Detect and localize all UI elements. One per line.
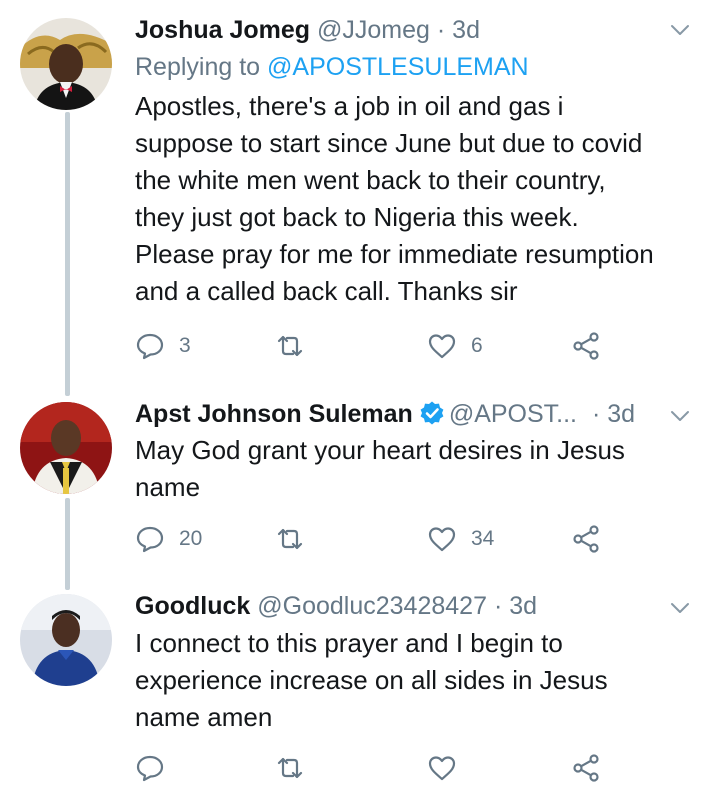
like-count: 6 (471, 334, 483, 357)
like-button[interactable] (427, 752, 471, 784)
tweet[interactable]: Joshua Jomeg @JJomeg · 3d Replying to @A… (0, 0, 714, 392)
display-name[interactable]: Apst Johnson Suleman (135, 400, 413, 428)
text-line: experience increase on all sides in Jesu… (135, 665, 608, 695)
like-icon (428, 527, 456, 552)
text-line: name (135, 472, 201, 502)
share-button[interactable] (571, 523, 601, 555)
text-line: and a called back call. Thanks sir (135, 276, 518, 306)
tweet-actions (135, 752, 615, 784)
text-line: suppose to start since June but due to c… (135, 128, 643, 158)
reply-icon (136, 526, 164, 553)
user-handle[interactable]: @APOST... (449, 400, 577, 428)
like-count: 34 (471, 527, 495, 550)
retweet-icon (277, 757, 303, 779)
avatar[interactable] (20, 594, 112, 686)
text-line: name amen (135, 702, 273, 732)
retweet-button[interactable] (275, 752, 319, 784)
replying-to: Replying to @APOSTLESULEMAN (135, 51, 529, 83)
chevron-down-icon[interactable] (668, 596, 692, 620)
timestamp[interactable]: 3d (607, 400, 635, 428)
share-button[interactable] (571, 752, 601, 784)
user-handle[interactable]: @Goodluc23428427 (257, 592, 487, 620)
display-name[interactable]: Goodluck (135, 592, 250, 620)
tweet-text: Apostles, there's a job in oil and gas i… (135, 88, 700, 310)
chevron-down-icon[interactable] (668, 18, 692, 42)
tweet-actions: 20 34 (135, 523, 615, 555)
reply-count: 20 (179, 527, 203, 550)
tweet-header: Apst Johnson Suleman @APOST... · 3d (135, 398, 694, 430)
separator-dot: · (436, 16, 446, 44)
tweet-actions: 3 6 (135, 330, 615, 362)
text-line: they just got back to Nigeria this week. (135, 202, 579, 232)
tweet[interactable]: Apst Johnson Suleman @APOST... · 3d May G… (0, 392, 714, 588)
retweet-icon (277, 335, 303, 357)
share-icon (573, 525, 599, 553)
separator-dot: · (591, 400, 601, 428)
text-line: the white men went back to their country… (135, 165, 606, 195)
share-icon (573, 332, 599, 360)
reply-icon (136, 333, 164, 360)
reply-icon (136, 755, 164, 782)
like-button[interactable]: 34 (427, 523, 494, 555)
chevron-down-icon[interactable] (668, 404, 692, 428)
text-line: Please pray for me for immediate resumpt… (135, 239, 654, 269)
avatar[interactable] (20, 18, 112, 110)
reply-button[interactable]: 3 (135, 330, 191, 362)
separator-dot: · (493, 592, 503, 620)
tweet-header: Goodluck @Goodluc23428427 · 3d (135, 590, 694, 622)
reply-count: 3 (179, 334, 191, 357)
tweet[interactable]: Goodluck @Goodluc23428427 · 3d I connect… (0, 588, 714, 795)
timestamp[interactable]: 3d (509, 592, 537, 620)
mention-link[interactable]: @APOSTLESULEMAN (267, 53, 529, 81)
text-line: I connect to this prayer and I begin to (135, 628, 563, 658)
text-line: May God grant your heart desires in Jesu… (135, 435, 625, 465)
verified-badge-icon (420, 401, 444, 425)
avatar[interactable] (20, 402, 112, 494)
tweet-text: May God grant your heart desires in Jesu… (135, 432, 700, 506)
retweet-button[interactable] (275, 523, 319, 555)
tweet-header: Joshua Jomeg @JJomeg · 3d (135, 14, 694, 46)
share-button[interactable] (571, 330, 601, 362)
replying-label: Replying to (135, 53, 261, 81)
text-line: Apostles, there's a job in oil and gas i (135, 91, 564, 121)
timestamp[interactable]: 3d (452, 16, 480, 44)
tweet-text: I connect to this prayer and I begin to … (135, 625, 700, 736)
reply-button[interactable]: 20 (135, 523, 202, 555)
user-handle[interactable]: @JJomeg (317, 16, 430, 44)
like-button[interactable]: 6 (427, 330, 483, 362)
like-icon (428, 756, 456, 781)
retweet-button[interactable] (275, 330, 319, 362)
like-icon (428, 334, 456, 359)
reply-button[interactable] (135, 752, 179, 784)
display-name[interactable]: Joshua Jomeg (135, 16, 310, 44)
retweet-icon (277, 528, 303, 550)
share-icon (573, 754, 599, 782)
